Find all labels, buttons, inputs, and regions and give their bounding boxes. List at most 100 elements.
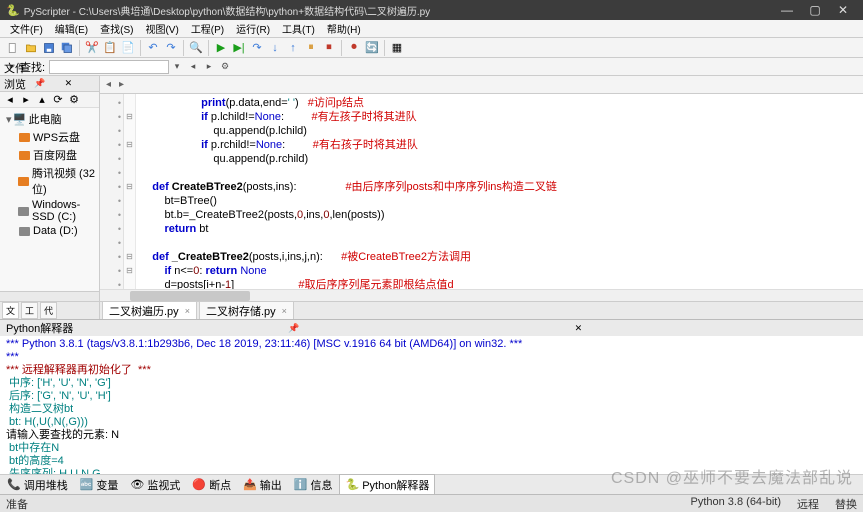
step-over-button[interactable]: ↷ — [249, 40, 265, 56]
paste-button[interactable]: 📄 — [120, 40, 136, 56]
status-item: Python 3.8 (64-bit) — [691, 496, 782, 512]
tab-close-icon[interactable]: × — [185, 306, 190, 316]
separator — [341, 40, 342, 56]
code-editor[interactable]: ••••••••••••••••••••• ⊟⊟⊟⊟⊟ print(p.data… — [100, 94, 863, 289]
bottom-panel-tabs: 📞调用堆栈🔤变量👁监视式🔴断点📤输出ℹ️信息🐍Python解释器 — [0, 474, 863, 494]
tree-root-label: 此电脑 — [29, 111, 62, 127]
panel-tab-icon: 📤 — [243, 478, 257, 491]
status-item: 替换 — [835, 496, 857, 512]
save-all-button[interactable] — [59, 40, 75, 56]
drive-icon — [18, 226, 30, 236]
close-button[interactable]: ✕ — [829, 3, 857, 17]
menu-item[interactable]: 帮助(H) — [321, 21, 367, 36]
nav-fwd-button[interactable]: ▸ — [19, 93, 33, 107]
panel-tab[interactable]: 📤输出 — [238, 475, 287, 495]
cut-button[interactable]: ✂️ — [84, 40, 100, 56]
panel-tab[interactable]: 🔤变量 — [75, 475, 124, 495]
interpreter-title: Python解释器 — [6, 320, 288, 336]
layout-button[interactable]: ▦ — [389, 40, 405, 56]
sidebar-tab[interactable]: 代 — [40, 302, 57, 319]
tab-close-icon[interactable]: × — [282, 306, 287, 316]
tree-item[interactable]: 腾讯视频 (32 位) — [2, 164, 97, 198]
find-prev-button[interactable]: ◂ — [186, 60, 200, 74]
panel-pin-icon[interactable]: 📌 — [288, 323, 570, 334]
menu-item[interactable]: 运行(R) — [230, 21, 276, 36]
editor-tab[interactable]: 二叉树遍历.py× — [102, 301, 197, 320]
tree-item[interactable]: WPS云盘 — [2, 128, 97, 146]
tree-item-label: Data (D:) — [33, 225, 78, 237]
tree-item-label: Windows-SSD (C:) — [32, 199, 97, 223]
minimize-button[interactable]: — — [773, 3, 801, 17]
tree-item[interactable]: Data (D:) — [2, 224, 97, 238]
tree-root[interactable]: ▾ 🖥️ 此电脑 — [2, 110, 97, 128]
code-content[interactable]: print(p.data,end=' ') #访问p结点 if p.lchild… — [136, 94, 561, 289]
nav-prev-button[interactable]: ◂ — [102, 79, 115, 90]
panel-tab-label: Python解释器 — [362, 477, 429, 493]
reload-button[interactable]: 🔄 — [364, 40, 380, 56]
save-button[interactable] — [41, 40, 57, 56]
status-ready: 准备 — [6, 496, 28, 512]
tree-item-label: WPS云盘 — [33, 129, 80, 145]
stop-button[interactable]: ⏹ — [321, 40, 337, 56]
panel-tab-label: 断点 — [209, 477, 231, 493]
editor-tabs: 二叉树遍历.py×二叉树存储.py× — [100, 301, 863, 319]
redo-button[interactable]: ↷ — [163, 40, 179, 56]
menu-item[interactable]: 视图(V) — [139, 21, 184, 36]
step-into-button[interactable]: ↓ — [267, 40, 283, 56]
tree-item[interactable]: 百度网盘 — [2, 146, 97, 164]
menu-item[interactable]: 编辑(E) — [49, 21, 94, 36]
panel-tab[interactable]: 🔴断点 — [187, 475, 236, 495]
pin-icon[interactable]: 📌 — [34, 78, 64, 89]
editor-tab[interactable]: 二叉树存储.py× — [199, 301, 294, 320]
horizontal-scrollbar[interactable] — [100, 289, 863, 301]
sidebar-close-icon[interactable]: ✕ — [65, 78, 95, 89]
app-icon: 🐍 — [6, 4, 20, 17]
run-button[interactable]: ▶ — [213, 40, 229, 56]
panel-close-icon[interactable]: ✕ — [575, 323, 857, 334]
status-item: 远程 — [797, 496, 819, 512]
interpreter-output[interactable]: *** Python 3.8.1 (tags/v3.8.1:1b293b6, D… — [0, 336, 863, 474]
file-tree[interactable]: ▾ 🖥️ 此电脑 WPS云盘百度网盘腾讯视频 (32 位)Windows-SSD… — [0, 108, 99, 291]
nav-back-button[interactable]: ◂ — [3, 93, 17, 107]
fold-gutter[interactable]: ⊟⊟⊟⊟⊟ — [124, 94, 136, 289]
copy-button[interactable]: 📋 — [102, 40, 118, 56]
menu-item[interactable]: 文件(F) — [4, 21, 49, 36]
menu-item[interactable]: 工具(T) — [276, 21, 321, 36]
pause-button[interactable]: ⏸ — [303, 40, 319, 56]
panel-tab-icon: 🔤 — [80, 478, 94, 491]
menu-item[interactable]: 工程(P) — [185, 21, 230, 36]
sidebar-tab[interactable]: 文 — [2, 302, 19, 319]
scrollbar-thumb[interactable] — [130, 291, 250, 301]
panel-tab[interactable]: ℹ️信息 — [289, 475, 338, 495]
nav-up-button[interactable]: ▴ — [35, 93, 49, 107]
record-button[interactable]: ⏺ — [346, 40, 362, 56]
sidebar-tabs: 文工代 — [0, 301, 99, 319]
panel-tab-icon: 🔴 — [192, 478, 206, 491]
sidebar-tab[interactable]: 工 — [21, 302, 38, 319]
find-next-button[interactable]: ▸ — [202, 60, 216, 74]
find-dropdown-icon[interactable]: ▾ — [170, 60, 184, 74]
open-file-button[interactable] — [23, 40, 39, 56]
undo-button[interactable]: ↶ — [145, 40, 161, 56]
sidebar-toolbar: ◂ ▸ ▴ ⟳ ⚙ — [0, 92, 99, 108]
find-options-button[interactable]: ⚙ — [218, 60, 232, 74]
debug-button[interactable]: ▶| — [231, 40, 247, 56]
panel-tab-label: 调用堆栈 — [24, 477, 68, 493]
find-input[interactable] — [49, 60, 169, 74]
panel-tab[interactable]: 🐍Python解释器 — [339, 474, 435, 496]
panel-tab[interactable]: 👁监视式 — [125, 475, 185, 495]
panel-tab-icon: 👁 — [130, 478, 144, 491]
tree-item[interactable]: Windows-SSD (C:) — [2, 198, 97, 224]
step-out-button[interactable]: ↑ — [285, 40, 301, 56]
refresh-button[interactable]: ⟳ — [51, 93, 65, 107]
new-file-button[interactable] — [5, 40, 21, 56]
interpreter-panel: Python解释器 📌 ✕ *** Python 3.8.1 (tags/v3.… — [0, 319, 863, 494]
nav-next-button[interactable]: ▸ — [115, 79, 128, 90]
find-button[interactable]: 🔍 — [188, 40, 204, 56]
sidebar-header: 文件浏览器 📌 ✕ — [0, 76, 99, 92]
filter-button[interactable]: ⚙ — [67, 93, 81, 107]
panel-tab[interactable]: 📞调用堆栈 — [2, 475, 73, 495]
status-bar: 准备 Python 3.8 (64-bit) 远程替换 — [0, 494, 863, 512]
menu-item[interactable]: 查找(S) — [94, 21, 139, 36]
maximize-button[interactable]: ▢ — [801, 3, 829, 17]
